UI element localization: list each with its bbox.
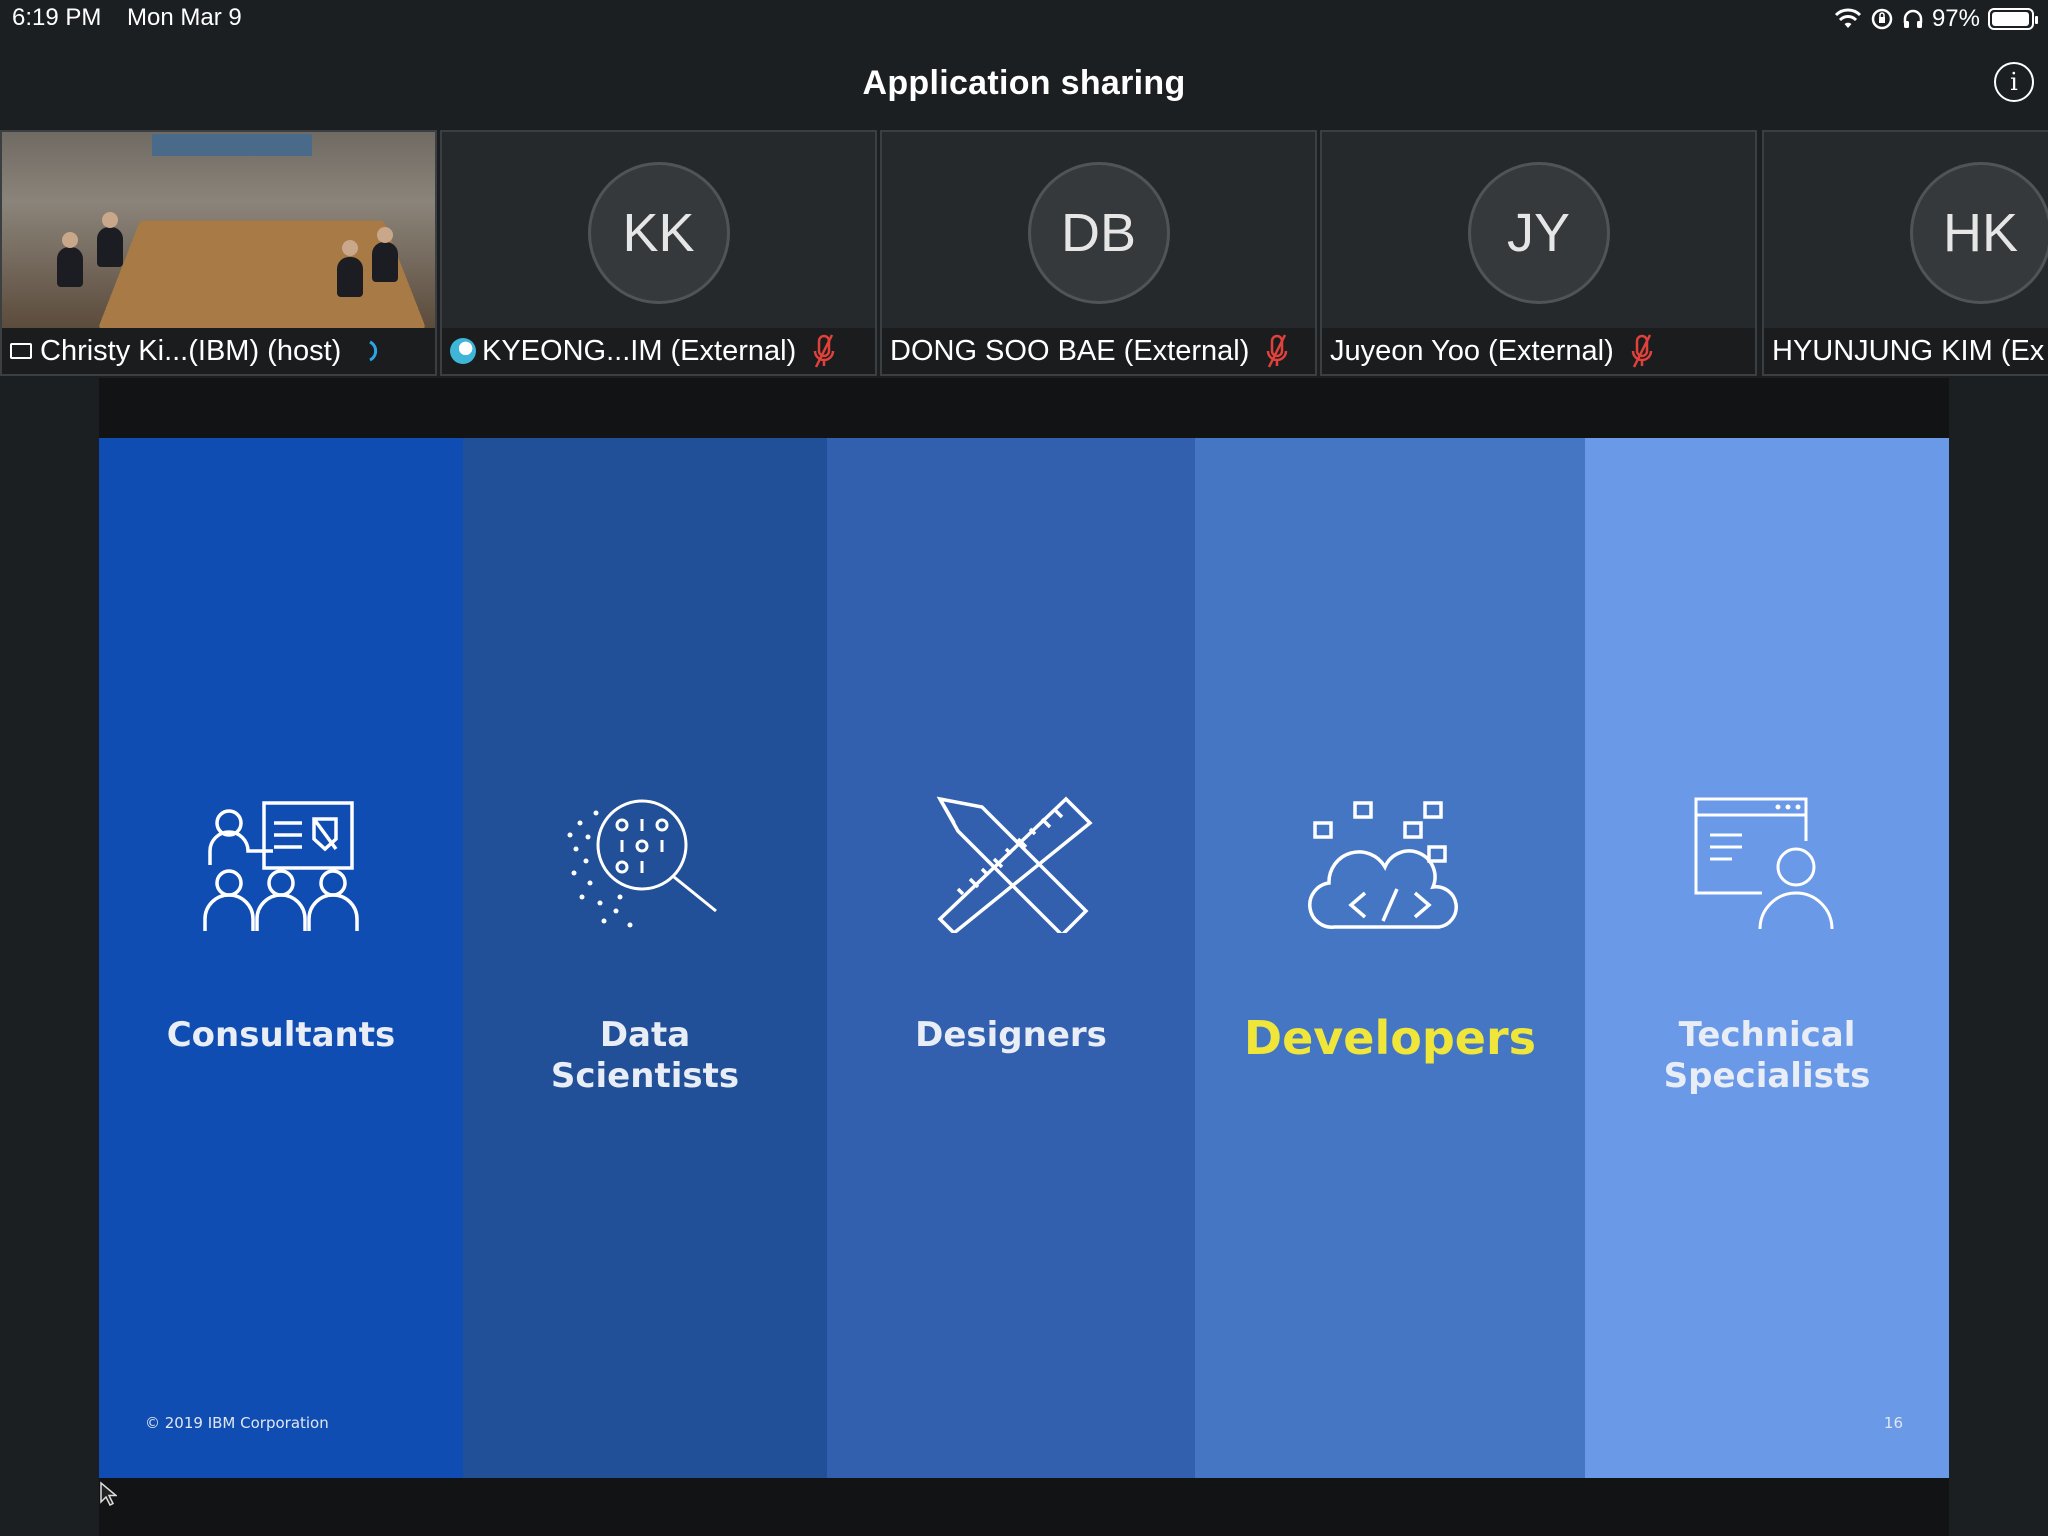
participant-strip[interactable]: Christy Ki...(IBM) (host) KK KYEONG...IM… xyxy=(0,130,2048,378)
battery-icon xyxy=(1988,8,2038,30)
column-label-highlighted: Developers xyxy=(1243,1011,1537,1065)
slide-column-designers: Designers xyxy=(827,438,1195,1478)
copyright-text: © 2019 IBM Corporation xyxy=(145,1414,329,1432)
avatar: DB xyxy=(1027,162,1170,304)
mic-muted-icon xyxy=(813,334,835,368)
participant-namebar: Juyeon Yoo (External) xyxy=(1322,328,1755,374)
participant-tile-host[interactable]: Christy Ki...(IBM) (host) xyxy=(0,130,437,376)
slide-page-number: 16 xyxy=(1883,1414,1903,1432)
meeting-header: Application sharing i xyxy=(0,40,2048,130)
info-button[interactable]: i xyxy=(1994,62,2034,102)
speaking-indicator-icon xyxy=(369,340,378,362)
participant-namebar: KYEONG...IM (External) xyxy=(442,328,875,374)
status-bar: 6:19 PM Mon Mar 9 97% xyxy=(0,0,2048,40)
participant-namebar: DONG SOO BAE (External) xyxy=(882,328,1315,374)
wifi-icon xyxy=(1834,8,1862,28)
participant-tile[interactable]: HK HYUNJUNG KIM (Ex xyxy=(1762,130,2048,376)
mic-muted-icon xyxy=(1631,334,1652,368)
consultant-presentation-icon xyxy=(203,801,359,931)
column-label: Data Scientists xyxy=(550,1015,740,1096)
app-badge-icon xyxy=(450,338,476,364)
participant-video xyxy=(2,132,435,332)
slide-column-technical-specialists: Technical Specialists 16 xyxy=(1585,438,1949,1478)
participant-namebar: Christy Ki...(IBM) (host) xyxy=(2,328,435,374)
participant-name: KYEONG...IM (External) xyxy=(482,334,797,367)
participant-tile[interactable]: DB DONG SOO BAE (External) xyxy=(880,130,1317,376)
column-label: Designers xyxy=(915,1015,1107,1055)
participant-name: Juyeon Yoo (External) xyxy=(1330,334,1614,367)
orientation-lock-icon xyxy=(1871,8,1893,30)
user-screen-icon xyxy=(1694,797,1834,930)
headphones-icon xyxy=(1903,9,1923,28)
mouse-cursor-icon xyxy=(100,1481,117,1507)
page-title: Application sharing xyxy=(862,64,1186,102)
data-magnifier-icon xyxy=(567,799,717,928)
status-indicators: 97% xyxy=(1834,4,2038,34)
avatar: HK xyxy=(1909,162,2048,304)
slide-column-consultants: Consultants © 2019 IBM Corporation xyxy=(99,438,463,1478)
presenter-screen-icon xyxy=(10,343,32,359)
status-time: 6:19 PM xyxy=(12,4,102,31)
shared-presentation[interactable]: Consultants © 2019 IBM Corporation Data xyxy=(99,378,1949,1536)
slide: Consultants © 2019 IBM Corporation Data xyxy=(99,438,1949,1478)
mic-muted-icon xyxy=(1267,334,1288,368)
battery-percent: 97% xyxy=(1931,5,1980,32)
slide-column-developers: Developers xyxy=(1195,438,1585,1478)
pencil-ruler-icon xyxy=(936,796,1093,933)
battery-level xyxy=(1992,12,2029,26)
participant-tile[interactable]: KK KYEONG...IM (External) xyxy=(440,130,877,376)
column-label: Consultants xyxy=(166,1015,396,1055)
info-icon: i xyxy=(2010,68,2018,96)
participant-name: HYUNJUNG KIM (Ex xyxy=(1772,334,2045,367)
status-date: Mon Mar 9 xyxy=(127,4,242,31)
column-label: Technical Specialists xyxy=(1663,1015,1871,1096)
participant-name: DONG SOO BAE (External) xyxy=(890,334,1250,367)
participant-namebar: HYUNJUNG KIM (Ex xyxy=(1764,328,2048,374)
participant-name: Christy Ki...(IBM) (host) xyxy=(40,334,342,367)
slide-column-data-scientists: Data Scientists xyxy=(463,438,827,1478)
avatar: JY xyxy=(1467,162,1610,304)
cloud-code-icon xyxy=(1308,801,1458,929)
avatar: KK xyxy=(587,162,730,304)
participant-tile[interactable]: JY Juyeon Yoo (External) xyxy=(1320,130,1757,376)
